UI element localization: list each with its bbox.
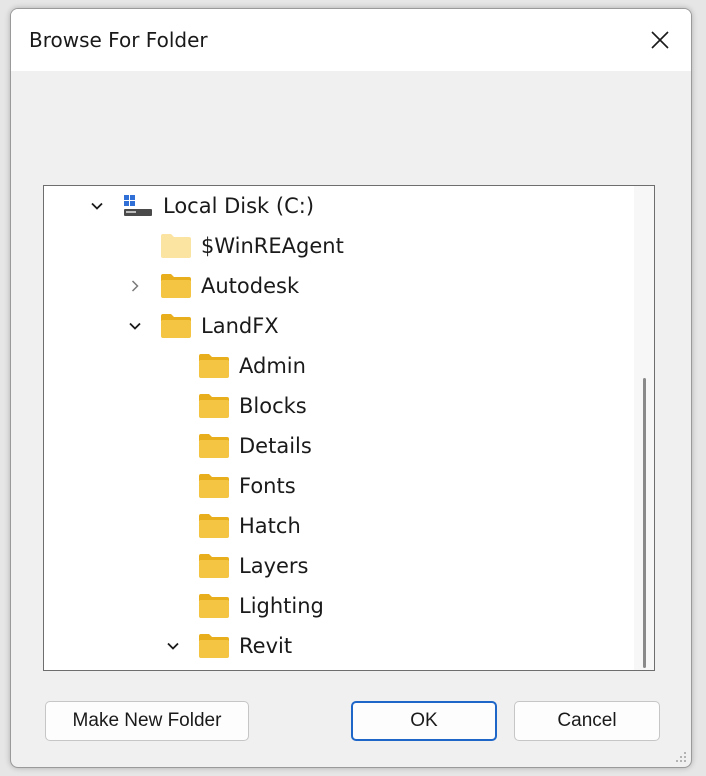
folder-icon [198, 513, 230, 539]
vertical-scrollbar[interactable] [634, 186, 654, 670]
tree-item[interactable]: LandFX [124, 306, 279, 346]
tree-item-label: Blocks [239, 394, 307, 418]
scrollbar-thumb[interactable] [643, 378, 646, 668]
tree-item-label: LandFX [201, 314, 279, 338]
dialog-title: Browse For Folder [29, 28, 208, 52]
tree-item-label: Local Disk (C:) [163, 194, 315, 218]
tree-item-label: $WinREAgent [201, 234, 344, 258]
cancel-button[interactable]: Cancel [514, 701, 660, 741]
tree-item-label: Admin [239, 354, 306, 378]
tree-item[interactable]: Revit [162, 626, 292, 666]
title-bar: Browse For Folder [11, 9, 691, 71]
tree-item-label: Lighting [239, 594, 324, 618]
tree-item[interactable]: Layers [162, 546, 309, 586]
tree-item[interactable]: Lighting [162, 586, 324, 626]
chevron-down-icon[interactable] [86, 195, 108, 217]
ok-button[interactable]: OK [351, 701, 497, 741]
drive-icon [122, 193, 154, 219]
tree-item-label: Fonts [239, 474, 296, 498]
tree-item[interactable]: Blocks [162, 386, 307, 426]
tree-item[interactable]: Local Disk (C:) [86, 186, 314, 226]
folder-icon [160, 273, 192, 299]
make-new-folder-button[interactable]: Make New Folder [45, 701, 249, 741]
folder-icon [198, 633, 230, 659]
tree-item[interactable]: Details [162, 426, 312, 466]
folder-icon [198, 593, 230, 619]
folder-icon [198, 353, 230, 379]
close-button[interactable] [629, 9, 691, 71]
tree-item-label: Details [239, 434, 312, 458]
folder-icon [198, 393, 230, 419]
chevron-down-icon[interactable] [162, 635, 184, 657]
tree-item[interactable]: Admin [162, 346, 306, 386]
chevron-down-icon[interactable] [124, 315, 146, 337]
close-icon [651, 31, 669, 49]
tree-item[interactable]: Fonts [162, 466, 296, 506]
folder-icon [198, 553, 230, 579]
chevron-right-icon[interactable] [124, 275, 146, 297]
tree-item-label: Layers [239, 554, 309, 578]
tree-item-label: Revit [239, 634, 293, 658]
browse-for-folder-dialog: Browse For Folder Local Disk (C:) $WinREA… [10, 8, 692, 768]
tree-item[interactable]: $WinREAgent [124, 226, 344, 266]
resize-grip-icon[interactable] [673, 749, 687, 763]
folder-icon [198, 473, 230, 499]
tree-item[interactable]: Hatch [162, 506, 301, 546]
tree-item-label: Autodesk [201, 274, 300, 298]
folder-tree[interactable]: Local Disk (C:) $WinREAgent Autodesk LandFX… [43, 185, 655, 671]
folder-icon [198, 433, 230, 459]
tree-item[interactable]: Autodesk [124, 266, 299, 306]
folder-icon [160, 313, 192, 339]
tree-item-label: Hatch [239, 514, 301, 538]
folder-icon [160, 233, 192, 259]
